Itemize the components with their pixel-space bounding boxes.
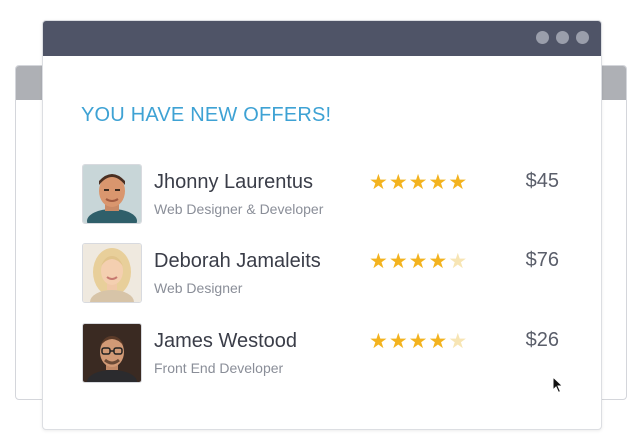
star-icon: ★	[428, 330, 448, 353]
star-icon: ★	[388, 250, 408, 273]
offer-row[interactable]: James Westood Front End Developer ★ ★ ★ …	[82, 323, 582, 383]
window-titlebar	[43, 21, 601, 56]
rating-stars: ★ ★ ★ ★ ★	[369, 172, 467, 193]
offer-row[interactable]: Deborah Jamaleits Web Designer ★ ★ ★ ★ ★…	[82, 243, 582, 303]
rating-stars: ★ ★ ★ ★ ★	[369, 331, 467, 352]
star-icon: ★	[388, 330, 408, 353]
star-empty-icon: ★	[448, 330, 468, 353]
offers-window: YOU HAVE NEW OFFERS! Jhonny Laurentus We…	[42, 20, 602, 430]
offers-heading: YOU HAVE NEW OFFERS!	[81, 104, 332, 126]
window-dot-icon[interactable]	[536, 31, 549, 44]
window-dot-icon[interactable]	[556, 31, 569, 44]
star-icon: ★	[408, 330, 428, 353]
offer-price: $45	[525, 170, 559, 192]
star-icon: ★	[408, 250, 428, 273]
mouse-pointer-icon	[552, 376, 564, 394]
star-icon: ★	[408, 171, 428, 194]
offer-role: Web Designer & Developer	[154, 201, 324, 217]
avatar[interactable]	[82, 164, 142, 224]
star-icon: ★	[388, 171, 408, 194]
rating-stars: ★ ★ ★ ★ ★	[369, 251, 467, 272]
window-controls	[536, 31, 589, 44]
offer-role: Web Designer	[154, 280, 243, 296]
window-dot-icon[interactable]	[576, 31, 589, 44]
offer-name: Deborah Jamaleits	[154, 250, 321, 272]
avatar[interactable]	[82, 243, 142, 303]
star-icon: ★	[369, 250, 388, 273]
offer-name: James Westood	[154, 330, 298, 352]
offer-price: $26	[525, 329, 559, 351]
star-empty-icon: ★	[448, 250, 468, 273]
star-icon: ★	[448, 171, 468, 194]
offer-row[interactable]: Jhonny Laurentus Web Designer & Develope…	[82, 164, 582, 224]
avatar[interactable]	[82, 323, 142, 383]
star-icon: ★	[369, 330, 388, 353]
star-icon: ★	[428, 250, 448, 273]
offer-price: $76	[525, 249, 559, 271]
offer-role: Front End Developer	[154, 360, 284, 376]
offer-name: Jhonny Laurentus	[154, 171, 314, 193]
star-icon: ★	[428, 171, 448, 194]
star-icon: ★	[369, 171, 388, 194]
